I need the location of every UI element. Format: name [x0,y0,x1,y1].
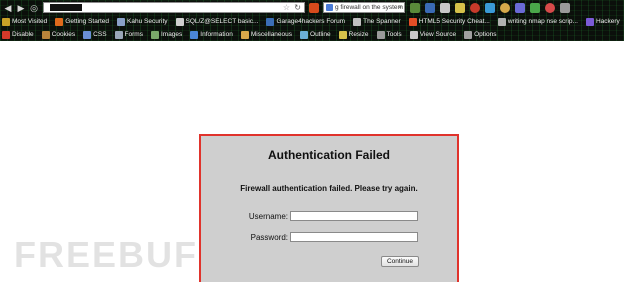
info-icon [190,30,199,39]
bookmark-label: Kahu Security [127,17,168,25]
username-field[interactable] [290,211,418,221]
bookmark-item[interactable]: SQL/Z@SELECT basic... [175,17,259,27]
bookmark-label: Most Visited [12,17,48,25]
bookmark-label: The Spanner [363,17,401,25]
disable-icon [2,30,10,39]
reload-icon[interactable]: ↻ [294,3,301,12]
page-icon [585,17,594,26]
bookmark-item[interactable]: Forms [114,30,143,40]
addon-orange-icon[interactable] [500,2,510,13]
authentication-panel: Authentication Failed Firewall authentic… [199,134,459,282]
forward-icon[interactable]: ▶ [16,3,26,13]
bookmark-item[interactable]: Garage4hackers Forum [266,17,345,27]
resize-icon [338,30,347,39]
error-message: Firewall authentication failed. Please t… [240,184,418,193]
address-bar[interactable]: ☆ ↻ [43,2,305,13]
bookmark-item[interactable]: Outline [300,30,331,40]
cookie-icon [41,30,50,39]
bookmark-item[interactable]: Images [150,30,183,40]
bookmark-item[interactable]: Miscellaneous [240,30,293,40]
bookmark-label: Outline [310,30,331,38]
bookmarks-toolbar: Most Visited Getting Started Kahu Security… [0,15,624,28]
bookmark-label: Information [200,30,233,38]
bookmark-label: Disable [12,30,34,38]
menu-icon[interactable] [560,2,570,13]
bookmark-label: Resize [348,30,369,38]
firefox-icon [55,17,64,26]
bookmark-label: Images [160,30,183,38]
stop-icon[interactable] [470,2,480,13]
bookmark-label: Forms [124,30,143,38]
css-icon [83,30,92,39]
bookmark-label: CSS [93,30,107,38]
bookmark-item[interactable]: writing nmap nse scrip... [497,17,578,27]
bookmark-item[interactable]: View Source [409,30,457,40]
addon-purple-icon[interactable] [515,2,525,13]
misc-icon [240,30,249,39]
bookmark-item[interactable]: Cookies [41,30,76,40]
site-identity-icon[interactable]: ◎ [29,3,39,13]
search-engine-icon[interactable] [326,4,333,11]
search-query: g firewall on the system [335,4,403,11]
bookmark-item[interactable]: Kahu Security [117,17,168,27]
bookmark-item[interactable]: Hackery [585,17,620,27]
page-title: Authentication Failed [267,148,390,162]
search-bar[interactable]: g firewall on the system ⌕ [323,2,405,13]
bookmarks-menu-icon[interactable] [455,2,465,13]
bookmark-star-icon[interactable]: ☆ [283,3,290,12]
bookmark-item[interactable]: Disable [2,30,34,40]
outline-icon [300,30,309,39]
page-icon [117,17,126,26]
page-icon [353,17,362,26]
options-icon [464,30,473,39]
bookmark-label: Garage4hackers Forum [276,17,346,25]
bookmark-label: View Source [419,30,457,38]
addon-green-icon[interactable] [530,2,540,13]
bookmark-label: HTML5 Security Cheat... [418,17,490,25]
watermark-logo: FREEBUF [14,236,198,274]
password-field[interactable] [290,232,418,242]
bookmark-item[interactable]: CSS [83,30,107,40]
home-icon[interactable] [440,2,450,13]
bookmark-label: Cookies [51,30,76,38]
redacted-url [50,4,82,11]
page-icon [497,17,506,26]
images-icon [150,30,159,39]
extension-icon[interactable] [309,2,319,13]
bookmark-label: Miscellaneous [250,30,293,38]
username-label: Username: [248,212,288,221]
addon-icon[interactable] [410,2,420,13]
folder-icon [2,17,10,26]
bookmark-item[interactable]: Getting Started [55,17,109,27]
bookmark-item[interactable]: HTML5 Security Cheat... [408,17,490,27]
back-icon[interactable]: ◀ [3,3,13,13]
bookmark-label: SQL/Z@SELECT basic... [185,17,259,25]
bookmark-label: Options [474,30,497,38]
search-icon[interactable]: ⌕ [398,3,402,12]
bookmark-item[interactable]: Tools [376,30,402,40]
addon-blue-icon[interactable] [485,2,495,13]
bookmark-item[interactable]: Most Visited [2,17,47,27]
forum-icon [266,17,275,26]
html5-icon [408,17,417,26]
bookmark-item[interactable]: The Spanner [353,17,401,27]
forms-icon [114,30,123,39]
tools-icon [376,30,385,39]
bookmark-item[interactable]: Information [190,30,233,40]
bookmark-item[interactable]: Resize [338,30,369,40]
addon-red-icon[interactable] [545,2,555,13]
page-icon [175,17,184,26]
continue-button[interactable]: Continue [381,256,419,267]
downloads-icon[interactable] [425,2,435,13]
web-developer-toolbar: Disable Cookies CSS Forms Images Information M… [0,28,504,41]
bookmark-label: writing nmap nse scrip... [507,17,578,25]
bookmark-label: Tools [386,30,402,38]
navigation-toolbar: ◀ ▶ ◎ ☆ ↻ g firewall on the system ⌕ [0,1,624,14]
password-label: Password: [250,233,288,242]
bookmark-item[interactable]: Options [464,30,496,40]
bookmark-label: Getting Started [65,17,110,25]
bookmark-label: Hackery [595,17,620,25]
source-icon [409,30,418,39]
browser-chrome: ◀ ▶ ◎ ☆ ↻ g firewall on the system ⌕ Mos… [0,0,624,41]
